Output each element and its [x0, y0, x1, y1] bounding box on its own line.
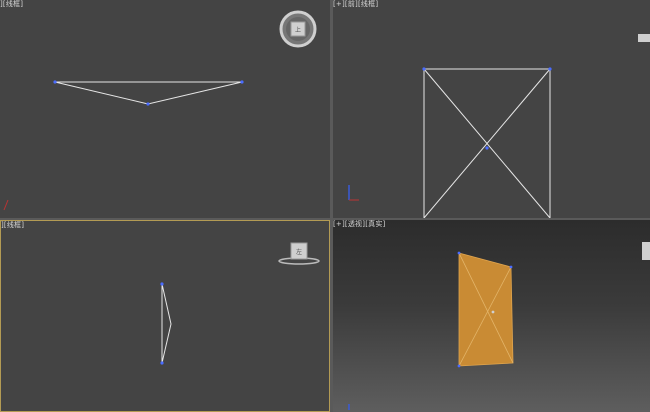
edge-wireframe — [161, 283, 172, 364]
shaded-object — [457, 251, 514, 368]
vertex — [53, 80, 57, 84]
viewcube-top-icon[interactable]: 上 — [279, 10, 317, 48]
viewcube-perspective-icon[interactable] — [642, 242, 650, 260]
front-view-canvas[interactable] — [333, 0, 650, 218]
vertex — [485, 146, 489, 150]
vertex — [146, 102, 150, 106]
vertex — [422, 67, 426, 71]
vertex — [509, 265, 513, 269]
perspective-view-canvas[interactable] — [333, 220, 650, 412]
vertex — [160, 361, 164, 365]
vertex — [457, 251, 461, 255]
axis-gizmo-icon — [3, 199, 9, 211]
top-view-canvas[interactable]: 上 — [0, 0, 330, 218]
vertex — [160, 282, 164, 286]
vertex — [548, 67, 552, 71]
vertex — [491, 310, 495, 314]
left-view-canvas[interactable]: 左 — [1, 221, 330, 412]
axis-gizmo-icon — [348, 185, 359, 201]
viewport-front[interactable]: [+][前][线框] — [333, 0, 650, 218]
viewcube-front-icon[interactable] — [638, 34, 650, 42]
viewport-perspective[interactable]: [+][透视][真实] — [333, 220, 650, 412]
viewcube-left-icon[interactable]: 左 — [278, 242, 320, 265]
viewport-top[interactable]: ][线框] 上 — [0, 0, 330, 218]
svg-text:上: 上 — [295, 26, 301, 34]
viewport-left[interactable]: ][线框] 左 — [0, 220, 330, 412]
triangle-wireframe — [54, 81, 243, 105]
vertex — [457, 364, 461, 368]
svg-text:左: 左 — [296, 248, 302, 256]
vertex — [240, 80, 244, 84]
